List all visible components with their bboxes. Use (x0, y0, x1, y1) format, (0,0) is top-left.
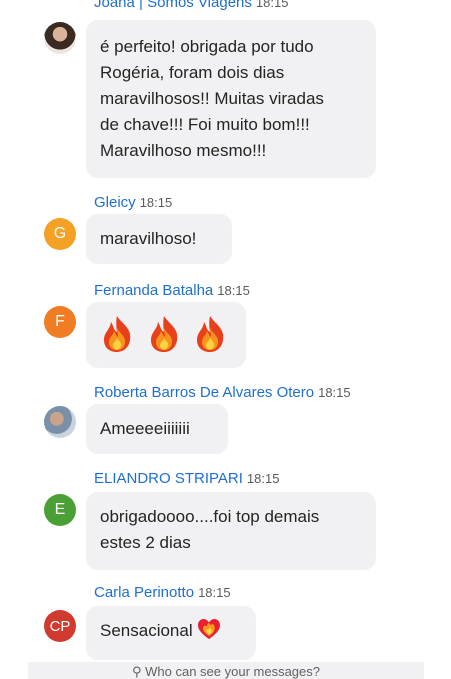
avatar[interactable]: CP (44, 610, 76, 642)
message-time: 18:15 (255, 0, 289, 10)
sender-name[interactable]: Carla Perinotto (94, 584, 194, 601)
fire-emoji-icon (191, 316, 233, 352)
message-line: Rogéria, foram dois dias (100, 63, 285, 82)
heart-on-fire-icon (193, 619, 221, 640)
message-time: 18:15 (139, 195, 173, 210)
avatar[interactable]: G (44, 218, 76, 250)
visibility-hint-text: Who can see your messages? (145, 664, 320, 679)
sender-name[interactable]: Fernanda Batalha (94, 282, 213, 299)
message-line: estes 2 dias (100, 533, 191, 552)
sender-name[interactable]: Joana | Somos Viagens (94, 0, 252, 11)
message-bubble[interactable]: é perfeito! obrigada por tudo Rogéria, f… (86, 20, 376, 178)
avatar[interactable] (44, 406, 76, 438)
message-time: 18:15 (198, 585, 231, 600)
avatar-initials: F (55, 313, 65, 330)
sender-name[interactable]: ELIANDRO STRIPARI (94, 470, 243, 487)
avatar[interactable]: E (44, 494, 76, 526)
message-bubble[interactable]: Ameeeeiiiiiii (86, 404, 228, 454)
message-line: de chave!!! Foi muito bom!!! (100, 115, 310, 134)
message-line: é perfeito! obrigada por tudo (100, 37, 314, 56)
message-bubble[interactable]: Sensacional (86, 606, 256, 660)
avatar[interactable]: F (44, 306, 76, 338)
message-bubble[interactable]: obrigadoooo....foi top demais estes 2 di… (86, 492, 376, 570)
message-time: 18:15 (318, 385, 351, 400)
message-bubble[interactable]: maravilhoso! (86, 214, 232, 264)
avatar-initials: CP (49, 617, 71, 635)
message-time: 18:15 (217, 283, 250, 298)
message-text: Ameeeeiiiiiii (100, 419, 190, 438)
message-header: Gleicy 18:15 (94, 194, 172, 212)
message-text: Sensacional (100, 621, 193, 640)
message-header: ELIANDRO STRIPARI 18:15 (94, 470, 279, 488)
message-header: Fernanda Batalha 18:15 (94, 282, 250, 300)
message-visibility-hint[interactable]: ⚲ Who can see your messages? (28, 662, 424, 679)
info-icon: ⚲ (131, 664, 146, 679)
message-header: Roberta Barros De Alvares Otero 18:15 (94, 384, 351, 402)
message-time: 18:15 (246, 471, 280, 486)
message-header: Carla Perinotto 18:15 (94, 584, 231, 602)
fire-emoji-icon (145, 316, 192, 352)
message-line: Maravilhoso mesmo!!! (100, 141, 267, 160)
avatar-initials: G (53, 225, 67, 242)
message-line: maravilhosos!! Muitas viradas (100, 89, 324, 108)
message-header: Joana | Somos Viagens 18:15 (94, 0, 288, 12)
chat-message-list: Joana | Somos Viagens 18:15 é perfeito! o… (0, 0, 451, 679)
sender-name[interactable]: Gleicy (94, 194, 136, 211)
message-line: obrigadoooo....foi top demais (100, 507, 320, 526)
message-text: maravilhoso! (100, 229, 197, 248)
fire-emoji-icon (98, 316, 145, 352)
avatar[interactable] (44, 22, 76, 54)
message-bubble[interactable] (86, 302, 246, 368)
sender-name[interactable]: Roberta Barros De Alvares Otero (94, 384, 314, 401)
avatar-initials: E (54, 501, 66, 518)
